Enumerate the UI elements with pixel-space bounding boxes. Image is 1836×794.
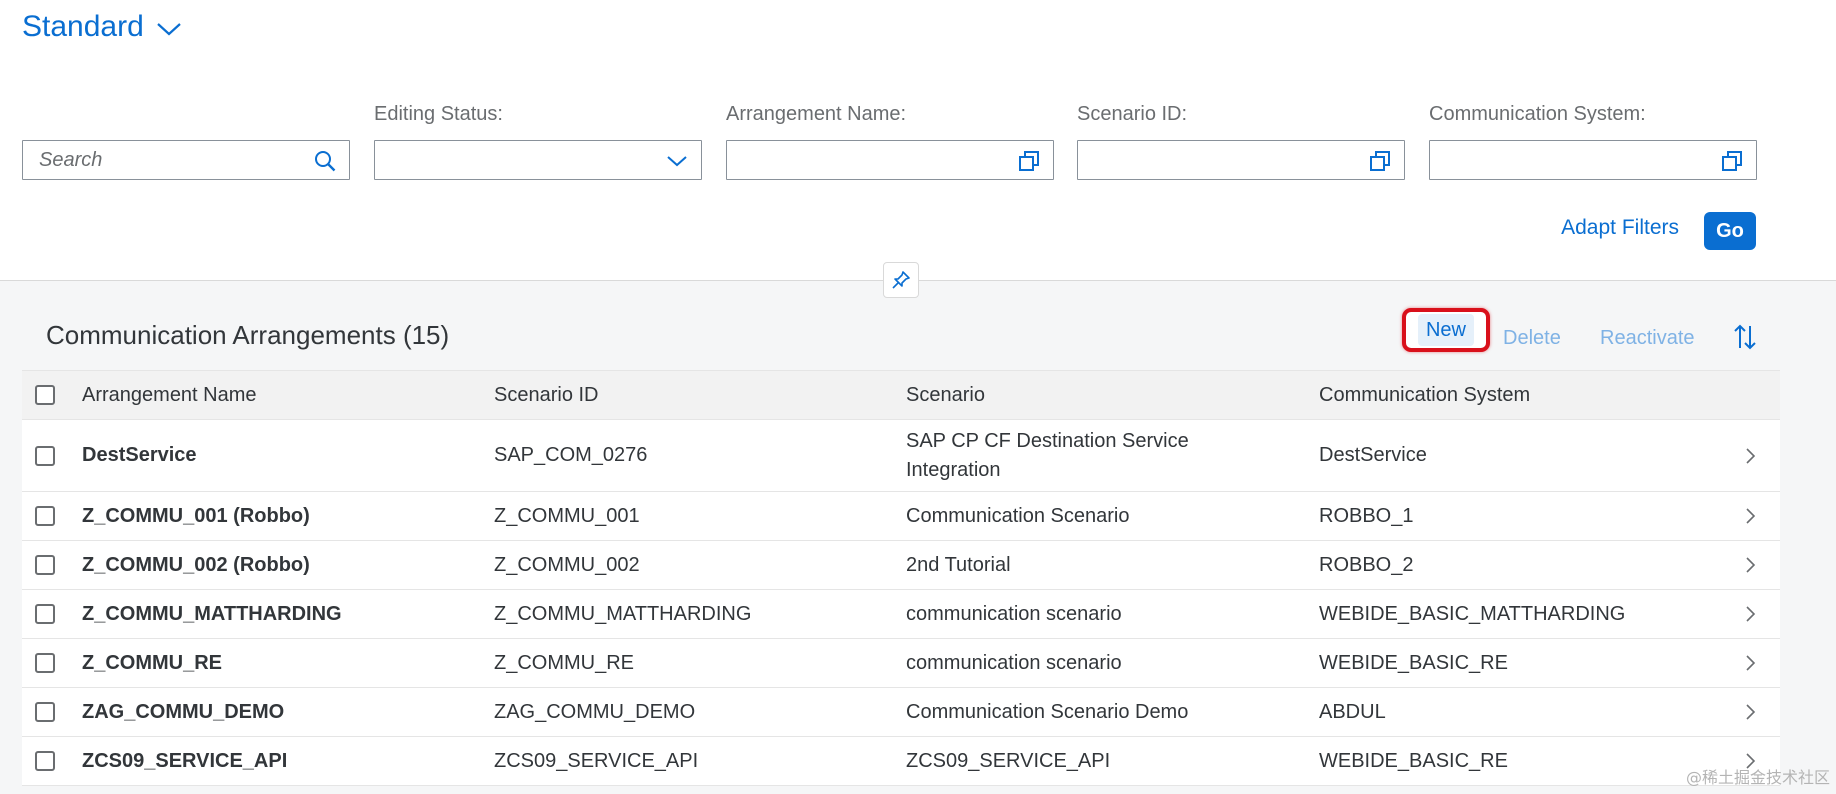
row-checkbox[interactable] [35, 702, 55, 722]
sort-icon [1734, 324, 1756, 350]
search-input[interactable]: Search [22, 140, 350, 180]
value-help-icon[interactable] [1017, 149, 1041, 173]
scenario-cell: ZCS09_SERVICE_API [906, 749, 1111, 772]
scenario-cell: communication scenario [906, 651, 1122, 674]
table-row[interactable]: Z_COMMU_002 (Robbo) Z_COMMU_002 2nd Tuto… [22, 541, 1780, 590]
value-help-icon[interactable] [1720, 149, 1744, 173]
adapt-filters-button[interactable]: Adapt Filters [1561, 216, 1679, 240]
scenario-cell: communication scenario [906, 602, 1122, 625]
row-checkbox[interactable] [35, 653, 55, 673]
table-row[interactable]: DestService SAP_COM_0276 SAP CP CF Desti… [22, 420, 1780, 492]
table-title: Communication Arrangements (15) [46, 320, 450, 350]
scenario-id-input[interactable] [1077, 140, 1405, 180]
chevron-right-icon[interactable] [1735, 492, 1765, 540]
table-header: Arrangement Name Scenario ID Scenario Co… [22, 371, 1780, 420]
arrangement-name-cell: Z_COMMU_001 (Robbo) [82, 504, 310, 527]
scenario-cell: Communication Scenario Demo [906, 700, 1189, 723]
scenario-id-cell: Z_COMMU_RE [494, 651, 635, 674]
editing-status-select[interactable] [374, 140, 702, 180]
arrangement-name-cell: DestService [82, 444, 197, 466]
go-button[interactable]: Go [1704, 212, 1756, 250]
search-icon[interactable] [313, 149, 337, 173]
editing-status-filter: Editing Status: [374, 102, 702, 180]
arrangement-name-label: Arrangement Name: [726, 103, 907, 125]
table-row[interactable]: Z_COMMU_RE Z_COMMU_RE communication scen… [22, 639, 1780, 688]
chevron-right-icon[interactable] [1735, 420, 1765, 491]
delete-button[interactable]: Delete [1503, 322, 1561, 354]
communication-system-label: Communication System: [1429, 103, 1646, 125]
arrangement-name-cell: Z_COMMU_002 (Robbo) [82, 553, 310, 576]
column-header-scenario-id[interactable]: Scenario ID [494, 371, 894, 419]
chevron-right-icon[interactable] [1735, 639, 1765, 687]
scenario-id-cell: Z_COMMU_MATTHARDING [494, 602, 752, 625]
communication-system-cell: WEBIDE_BASIC_MATTHARDING [1319, 602, 1626, 625]
communication-system-cell: ROBBO_2 [1319, 553, 1414, 576]
row-checkbox[interactable] [35, 604, 55, 624]
chevron-down-icon [157, 23, 181, 36]
search-filter: Search [22, 102, 350, 180]
communication-system-cell: ROBBO_1 [1319, 504, 1414, 527]
filter-header: Standard Search Editing Status: Arrangem… [0, 0, 1836, 281]
watermark: @稀土掘金技术社区 [1685, 768, 1830, 787]
scenario-id-cell: SAP_COM_0276 [494, 444, 648, 466]
new-button[interactable]: New [1402, 308, 1490, 352]
column-header-scenario[interactable]: Scenario [906, 371, 1226, 419]
row-checkbox[interactable] [35, 445, 55, 466]
row-checkbox[interactable] [35, 555, 55, 575]
communication-system-cell: ABDUL [1319, 700, 1386, 723]
communication-system-cell: WEBIDE_BASIC_RE [1319, 651, 1508, 674]
variant-title: Standard [22, 10, 144, 43]
arrangement-name-cell: Z_COMMU_RE [82, 651, 223, 674]
arrangement-name-input[interactable] [726, 140, 1054, 180]
new-button-label: New [1417, 314, 1474, 346]
table-row[interactable]: ZAG_COMMU_DEMO ZAG_COMMU_DEMO Communicat… [22, 688, 1780, 737]
search-placeholder: Search [39, 149, 103, 171]
reactivate-button[interactable]: Reactivate [1600, 322, 1695, 354]
select-all-checkbox[interactable] [35, 385, 55, 405]
pin-header-button[interactable] [883, 262, 919, 298]
row-checkbox[interactable] [35, 506, 55, 526]
scenario-id-cell: ZCS09_SERVICE_API [494, 749, 699, 772]
scenario-cell: 2nd Tutorial [906, 553, 1011, 576]
arrangements-table: Arrangement Name Scenario ID Scenario Co… [22, 370, 1780, 786]
variant-selector[interactable]: Standard [22, 10, 182, 44]
arrangement-name-cell: ZCS09_SERVICE_API [82, 749, 288, 772]
arrangement-name-cell: ZAG_COMMU_DEMO [82, 700, 285, 723]
arrangement-name-filter: Arrangement Name: [726, 102, 1054, 180]
column-header-arrangement-name[interactable]: Arrangement Name [82, 371, 482, 419]
scenario-id-cell: ZAG_COMMU_DEMO [494, 700, 696, 723]
table-row[interactable]: Z_COMMU_MATTHARDING Z_COMMU_MATTHARDING … [22, 590, 1780, 639]
arrangement-name-cell: Z_COMMU_MATTHARDING [82, 602, 342, 625]
scenario-cell: SAP CP CF Destination Service Integratio… [906, 429, 1189, 481]
communication-system-input[interactable] [1429, 140, 1757, 180]
sort-button[interactable] [1730, 320, 1760, 354]
table-row[interactable]: ZCS09_SERVICE_API ZCS09_SERVICE_API ZCS0… [22, 737, 1780, 786]
chevron-right-icon[interactable] [1735, 688, 1765, 736]
scenario-id-cell: Z_COMMU_002 [494, 553, 640, 576]
scenario-id-filter: Scenario ID: [1077, 102, 1405, 180]
chevron-right-icon[interactable] [1735, 590, 1765, 638]
scenario-cell: Communication Scenario [906, 504, 1130, 527]
table-row[interactable]: Z_COMMU_001 (Robbo) Z_COMMU_001 Communic… [22, 492, 1780, 541]
communication-system-cell: WEBIDE_BASIC_RE [1319, 749, 1508, 772]
chevron-down-icon[interactable] [665, 149, 689, 173]
column-header-communication-system[interactable]: Communication System [1319, 371, 1719, 419]
communication-system-cell: DestService [1319, 444, 1427, 466]
scenario-id-cell: Z_COMMU_001 [494, 504, 640, 527]
pin-icon [892, 271, 910, 289]
scenario-id-label: Scenario ID: [1077, 103, 1188, 125]
value-help-icon[interactable] [1368, 149, 1392, 173]
row-checkbox[interactable] [35, 751, 55, 771]
chevron-right-icon[interactable] [1735, 541, 1765, 589]
communication-system-filter: Communication System: [1429, 102, 1757, 180]
editing-status-label: Editing Status: [374, 103, 503, 125]
